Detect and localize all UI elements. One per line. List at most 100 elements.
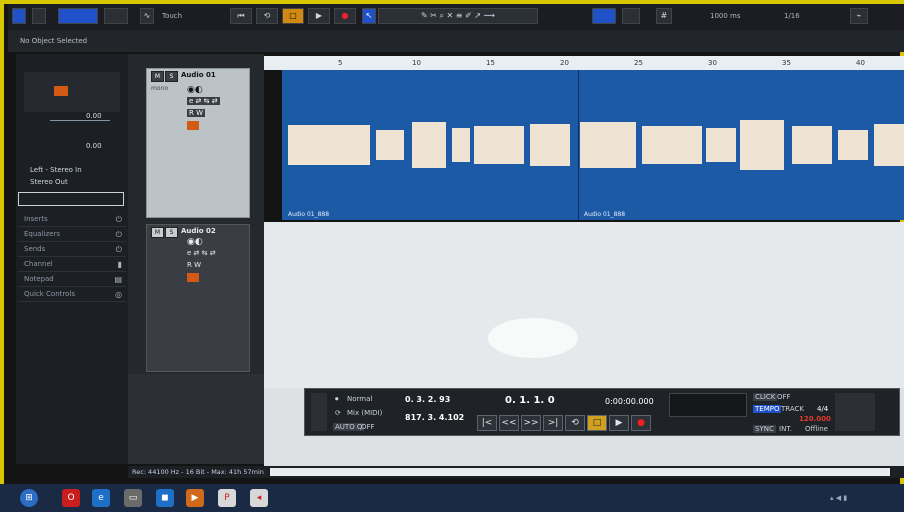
inspector-section-quick-controls[interactable]: Quick Controls ◎ xyxy=(18,287,126,302)
stop-button[interactable]: □ xyxy=(587,415,607,431)
mute-button[interactable]: M xyxy=(151,71,164,82)
grid-time-display[interactable]: 1000 ms xyxy=(710,12,741,20)
input-routing[interactable]: Left - Stereo In xyxy=(30,166,82,174)
pan-value[interactable]: 0.00 xyxy=(86,142,102,150)
folder-icon[interactable]: ▭ xyxy=(124,489,142,507)
snap-toggle-icon[interactable] xyxy=(592,8,616,24)
solo-button[interactable]: S xyxy=(165,227,178,238)
bypass-icon[interactable]: ⏻ xyxy=(116,227,122,242)
inspector-section-inserts[interactable]: Inserts ⏻ xyxy=(18,212,126,227)
edit-channel-icon[interactable]: e ⇄ ⇆ ⇄ xyxy=(187,249,216,257)
record-mode-select[interactable]: Normal xyxy=(347,395,372,403)
mixer-icon[interactable] xyxy=(104,8,128,24)
monitor-button[interactable] xyxy=(54,86,68,96)
track-list: M S Audio 01 mono ◉◐ e ⇄ ⇆ ⇄ R W M S Aud… xyxy=(128,54,264,374)
media-icon[interactable]: ▶ xyxy=(186,489,204,507)
position-time[interactable]: 0:00:00.000 xyxy=(605,397,654,406)
sync-mode[interactable]: INT. xyxy=(779,425,792,433)
snap-mode-icon[interactable] xyxy=(622,8,640,24)
click-label[interactable]: CLICK xyxy=(753,393,778,401)
track-list-empty xyxy=(128,374,264,464)
track-name[interactable]: Audio 01 xyxy=(181,71,216,79)
sync-state[interactable]: Offline xyxy=(805,425,828,433)
track-name[interactable]: Audio 02 xyxy=(181,227,216,235)
grid-icon[interactable]: # xyxy=(656,8,672,24)
quick-controls-icon[interactable]: ◎ xyxy=(115,287,122,302)
audio-lane-02[interactable] xyxy=(264,222,904,388)
go-to-start-button[interactable]: ⏮ xyxy=(230,8,252,24)
start-button-icon[interactable]: ⊞ xyxy=(20,489,38,507)
read-write-buttons[interactable]: R W xyxy=(187,109,206,117)
fast-forward-button[interactable]: >> xyxy=(521,415,541,431)
inspector-section-channel[interactable]: Channel ▮ xyxy=(18,257,126,272)
sync-label[interactable]: SYNC xyxy=(753,425,776,433)
inspector-section-notepad[interactable]: Notepad ▤ xyxy=(18,272,126,287)
record-button[interactable]: ● xyxy=(334,8,356,24)
stop-button[interactable]: □ xyxy=(282,8,304,24)
channel-buttons-area[interactable] xyxy=(24,72,120,112)
track-name-field[interactable] xyxy=(18,192,124,206)
tempo-value[interactable]: 120.000 xyxy=(799,415,831,423)
time-signature[interactable]: 4/4 xyxy=(817,405,828,413)
right-locator[interactable]: 817. 3. 4.102 xyxy=(405,413,464,422)
mute-button[interactable]: M xyxy=(151,227,164,238)
system-tray-icons[interactable]: ▴ ◀ ▮ xyxy=(830,494,847,502)
rewind-button[interactable]: << xyxy=(499,415,519,431)
ie-icon[interactable]: e xyxy=(92,489,110,507)
section-label: Equalizers xyxy=(24,230,60,238)
left-locator[interactable]: 0. 3. 2. 93 xyxy=(405,395,450,404)
opera-icon[interactable]: O xyxy=(62,489,80,507)
play-button[interactable]: ▶ xyxy=(609,415,629,431)
cycle-button[interactable]: ⟲ xyxy=(256,8,278,24)
inspector-section-equalizers[interactable]: Equalizers ⏻ xyxy=(18,227,126,242)
bypass-icon[interactable]: ⏻ xyxy=(116,212,122,227)
inspector-section-sends[interactable]: Sends ⏻ xyxy=(18,242,126,257)
track-mode: mono xyxy=(151,85,168,92)
timeline-ruler[interactable]: 5 10 15 20 25 30 35 40 xyxy=(264,56,904,70)
window-layout-icon[interactable] xyxy=(58,8,98,24)
horizontal-scrollbar[interactable] xyxy=(270,468,890,476)
cycle-record-select[interactable]: Mix (MIDI) xyxy=(347,409,382,417)
cycle-button[interactable]: ⟲ xyxy=(565,415,585,431)
track-header-audio-01[interactable]: M S Audio 01 mono ◉◐ e ⇄ ⇆ ⇄ R W xyxy=(146,68,250,218)
record-button[interactable]: ● xyxy=(631,415,651,431)
record-enable-icon[interactable]: ◉◐ xyxy=(187,85,203,95)
volume-value[interactable]: 0.00 xyxy=(86,112,102,120)
app-icon[interactable]: ◼ xyxy=(156,489,174,507)
cubase-icon[interactable]: ◂ xyxy=(250,489,268,507)
select-tool-icon[interactable]: ↖ xyxy=(362,8,376,24)
auto-quantize-state[interactable]: OFF xyxy=(361,423,375,431)
go-to-end-button[interactable]: >| xyxy=(543,415,563,431)
ruler-tick: 25 xyxy=(634,59,643,67)
ruler-tick: 15 xyxy=(486,59,495,67)
output-routing[interactable]: Stereo Out xyxy=(30,178,68,186)
activate-project-button[interactable] xyxy=(12,8,26,24)
tempo-label[interactable]: TEMPO xyxy=(753,405,782,413)
bypass-icon[interactable]: ⏻ xyxy=(116,242,122,257)
lock-icon[interactable] xyxy=(187,273,199,282)
windows-taskbar: ⊞ O e ▭ ◼ ▶ P ◂ ▴ ◀ ▮ xyxy=(0,484,904,512)
constrain-delay-button[interactable] xyxy=(32,8,46,24)
notepad-icon[interactable]: ▤ xyxy=(114,272,122,287)
auto-quantize-label[interactable]: AUTO Q xyxy=(333,423,365,431)
track-header-audio-02[interactable]: M S Audio 02 ◉◐ e ⇄ ⇆ ⇄ R W xyxy=(146,224,250,372)
record-enable-icon[interactable]: ◉◐ xyxy=(187,237,203,247)
marker-display[interactable] xyxy=(669,393,747,417)
vst-connections-icon[interactable]: ⌁ xyxy=(850,8,868,24)
lock-icon[interactable] xyxy=(187,121,199,130)
play-button[interactable]: ▶ xyxy=(308,8,330,24)
read-write-buttons[interactable]: R W xyxy=(187,261,201,269)
track-label[interactable]: TRACK xyxy=(781,405,804,413)
click-state[interactable]: OFF xyxy=(777,393,791,401)
channel-icon[interactable]: ▮ xyxy=(118,257,122,272)
volume-fader[interactable] xyxy=(50,120,110,121)
automation-mode-icon[interactable]: ∿ xyxy=(140,8,154,24)
position-bars[interactable]: 0. 1. 1. 0 xyxy=(505,395,555,406)
edit-channel-icon[interactable]: e ⇄ ⇆ ⇄ xyxy=(187,97,220,105)
solo-button[interactable]: S xyxy=(165,71,178,82)
audio-lane-01[interactable]: Audio 01_888 Audio 01_888 xyxy=(282,70,904,220)
go-to-start-button[interactable]: |< xyxy=(477,415,497,431)
tools-palette[interactable]: ✎ ✂ ⌕ ✕ ≡ ✐ ↗ ⟿ xyxy=(378,8,538,24)
quantize-display[interactable]: 1/16 xyxy=(784,12,800,20)
powerpoint-icon[interactable]: P xyxy=(218,489,236,507)
